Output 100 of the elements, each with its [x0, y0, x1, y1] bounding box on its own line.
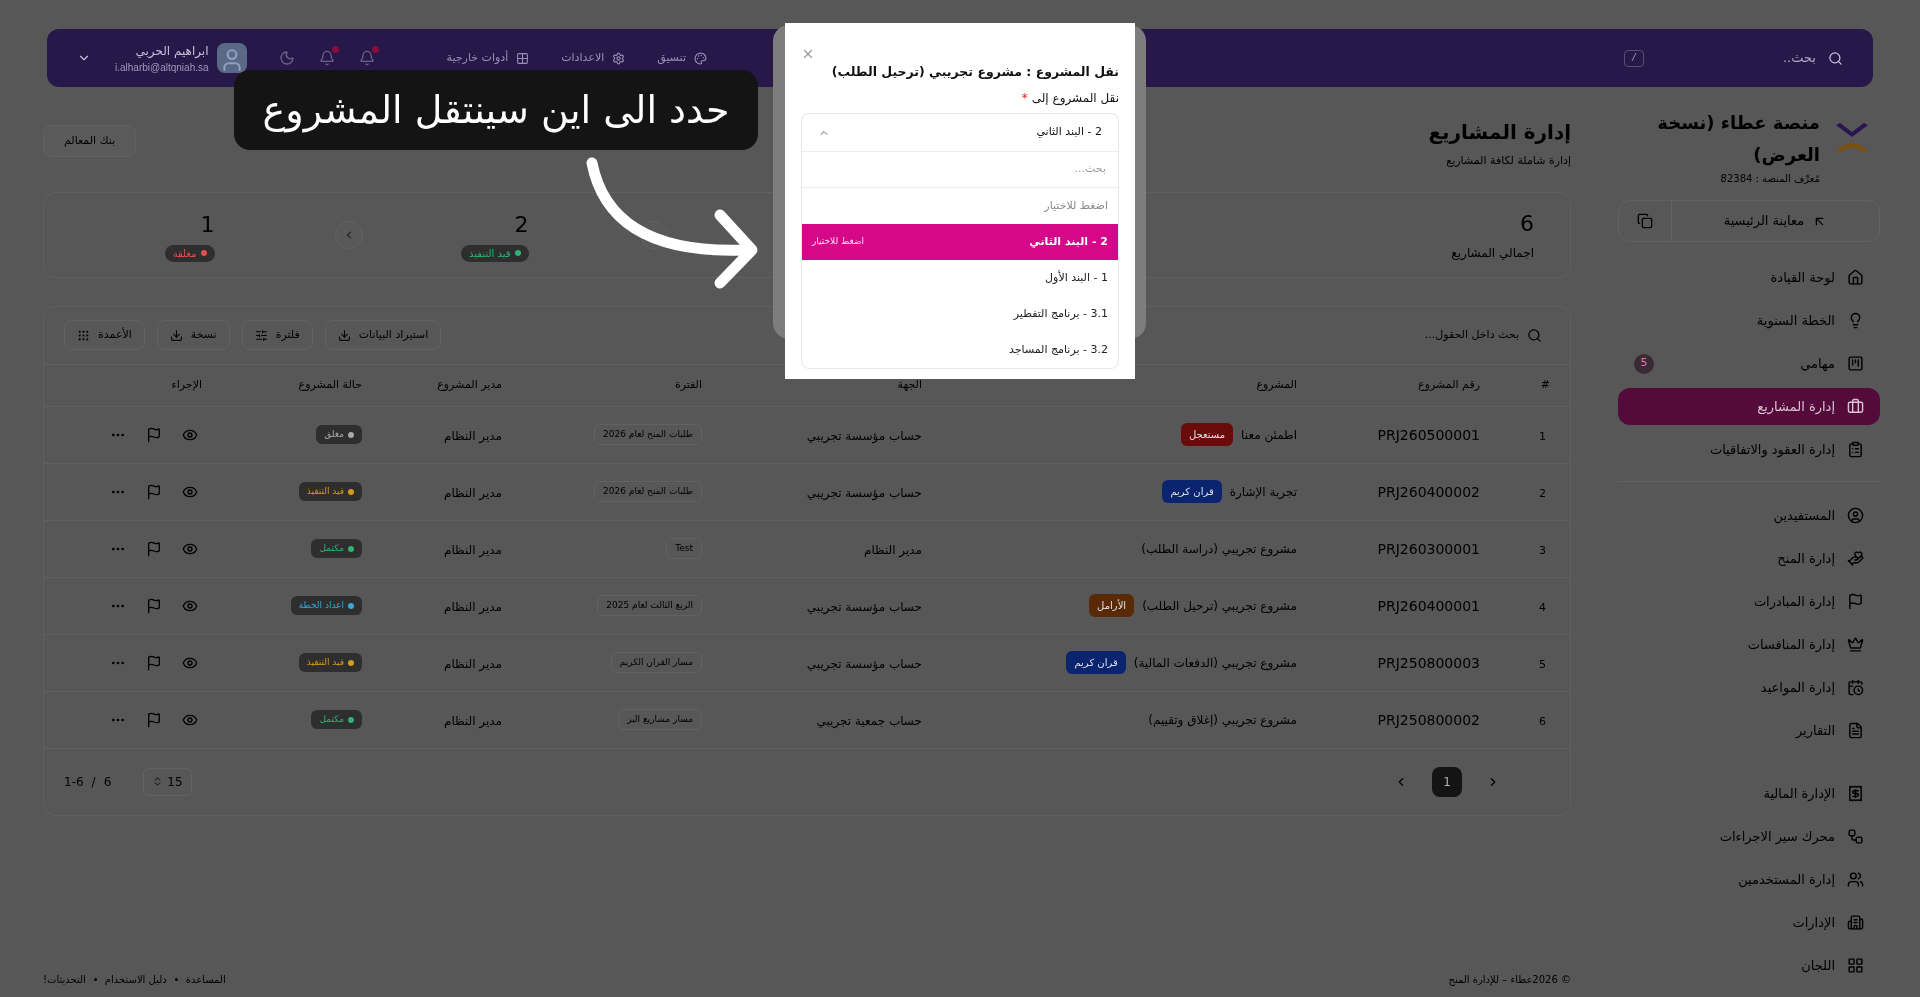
palette-icon [693, 51, 707, 65]
table-cell: 2 [1539, 486, 1546, 500]
copyright-text: © 2026عطاء – للإدارة المنح [1448, 973, 1571, 987]
total-count: 6 [103, 773, 112, 791]
flag-icon[interactable] [146, 597, 162, 614]
table-cell: 4 [1539, 600, 1546, 614]
nav-icon [1847, 957, 1864, 974]
dropdown-option[interactable]: 1 - البند الأول [802, 260, 1118, 296]
sidebar-item[interactable]: المستفيدين [1618, 497, 1880, 534]
nav-icon [1847, 871, 1864, 888]
avatar[interactable] [216, 43, 247, 73]
status-label: مكتمل [319, 712, 344, 726]
footer-link[interactable]: دليل الاستخدام [104, 972, 167, 987]
sidebar-item[interactable]: إدارة المبادرات [1618, 583, 1880, 620]
table-cell: مدير النظام [863, 542, 922, 557]
flag-icon[interactable] [146, 654, 162, 671]
nav-icon [1847, 269, 1864, 286]
select-field[interactable]: 2 - البند الثاني [802, 114, 1118, 152]
table-cell: PRJ260500001 [1377, 426, 1480, 443]
table-cell-text: مشروع تجريبي (دراسة الطلب) [1141, 540, 1297, 558]
dropdown-search-field[interactable]: بحث... [1074, 161, 1106, 178]
dropdown-option[interactable]: 3.2 - برنامج المساجد [802, 332, 1118, 368]
sidebar-item[interactable]: لوحة القيادة [1618, 259, 1880, 296]
category-tag: الأرامل [1089, 594, 1135, 617]
column-header: المشروع [1256, 376, 1297, 393]
sidebar-item[interactable]: محرك سير الاجراءات [1618, 818, 1880, 855]
toolbar-link[interactable]: تنسيق [657, 49, 707, 67]
table-cell: مدير النظام [443, 485, 502, 500]
table-cell-text: مشروع تجريبي (إغلاق وتقييم) [1148, 711, 1297, 729]
flag-icon[interactable] [146, 483, 162, 500]
search-icon [1527, 327, 1542, 343]
download-icon [169, 328, 183, 342]
search-icon [1828, 50, 1843, 66]
range-label: 1-6 [64, 773, 84, 791]
column-header: الإجراء [171, 376, 202, 393]
column-header: حالة المشروع [298, 376, 362, 393]
dropdown-option[interactable]: 3.1 - برنامج التفطير [802, 296, 1118, 332]
stat-value: 1 [200, 210, 215, 239]
flag-icon[interactable] [146, 711, 162, 728]
sliders-icon [254, 328, 268, 342]
flag-icon[interactable] [146, 540, 162, 557]
moon-icon[interactable] [278, 50, 295, 66]
table-cell: 5 [1539, 657, 1546, 671]
nav-icon [1847, 722, 1864, 739]
toolbar-button[interactable]: الأعمدة [64, 320, 145, 350]
dropdown-option[interactable]: 2 - البند الثاني اضغط للاختيار [802, 224, 1118, 260]
table-cell-text: مشروع تجريبي (الدفعات المالية) [1133, 654, 1297, 672]
stat-value: 6 [1520, 210, 1534, 238]
toolbar-link[interactable]: أدوات خارجية [446, 49, 530, 67]
per-page-select[interactable]: 15 [143, 767, 192, 796]
status-label: قيد التنفيذ [306, 484, 344, 498]
column-header: رقم المشروع [1418, 376, 1480, 393]
sidebar-item[interactable]: الإدارة المالية [1618, 775, 1880, 812]
count-badge: 5 [1634, 353, 1654, 374]
sidebar-item[interactable]: إدارة العقود والاتفاقيات [1618, 431, 1880, 468]
table-cell: حساب مؤسسة تجريبي [806, 428, 922, 443]
category-tag: قران كريم [1066, 651, 1126, 674]
footer-link[interactable]: التحديثات! [43, 972, 86, 987]
toolbar-button[interactable]: فلترة [241, 320, 313, 350]
tutorial-callout: حدد الى اين سينتقل المشروع [234, 70, 758, 150]
close-icon[interactable] [801, 47, 815, 61]
dropdown-option[interactable]: اضغط للاختيار [802, 188, 1118, 224]
flag-icon[interactable] [146, 426, 162, 443]
sidebar-item[interactable]: الخطة السنوية [1618, 302, 1880, 339]
toolbar-button[interactable]: استيراد البيانات [324, 320, 442, 350]
field-label: نقل المشروع إلى [1031, 90, 1119, 107]
gear-icon [612, 51, 626, 65]
column-header: # [1540, 376, 1550, 393]
table-cell: PRJ260300001 [1377, 540, 1480, 557]
status-label: مكتمل [319, 541, 344, 555]
sidebar-item[interactable]: التقارير [1618, 712, 1880, 749]
table-cell-text: تجربة الإشارة [1229, 483, 1297, 501]
nav-icon [1847, 636, 1864, 653]
nav-icon [1847, 679, 1864, 696]
sidebar-item[interactable]: إدارة المشاريع [1618, 388, 1880, 425]
nav-icon [1847, 828, 1864, 845]
status-label: اعداد الخطة [298, 598, 344, 612]
sidebar-item[interactable]: الإدارات [1618, 904, 1880, 941]
sidebar-item[interactable]: اللجان [1618, 947, 1880, 984]
copy-icon [1637, 213, 1653, 229]
table-cell: PRJ250800002 [1377, 711, 1480, 728]
page-subtitle: إدارة شاملة لكافة المشاريع [1445, 153, 1571, 169]
category-tag: مستعجل [1180, 423, 1234, 446]
period-tag: مسار القران الكريم [610, 651, 702, 674]
toolbar-button[interactable]: نسخة [156, 320, 230, 350]
page-button[interactable]: 1 [1432, 766, 1462, 797]
sidebar-item[interactable]: إدارة المواعيد [1618, 669, 1880, 706]
sidebar-item[interactable]: إدارة المستخدمين [1618, 861, 1880, 898]
table-search-field[interactable]: بحث داخل الحقول... [1319, 326, 1519, 344]
sidebar-item[interactable]: إدارة المنح [1618, 540, 1880, 577]
search-field[interactable]: بحث.. [1656, 48, 1816, 68]
status-label: مغلق [324, 427, 344, 441]
table-cell: حساب مؤسسة تجريبي [806, 599, 922, 614]
category-tag: قران كريم [1162, 480, 1222, 503]
nav-icon [1847, 441, 1864, 458]
sidebar-item[interactable]: إدارة المنافسات [1618, 626, 1880, 663]
milestones-button[interactable]: بنك المعالم [43, 125, 137, 157]
footer-link[interactable]: المساعدة [185, 972, 226, 987]
toolbar-link[interactable]: الاعدادات [561, 49, 626, 67]
period-tag: طلبات المنح لعام 2026 [594, 423, 702, 446]
